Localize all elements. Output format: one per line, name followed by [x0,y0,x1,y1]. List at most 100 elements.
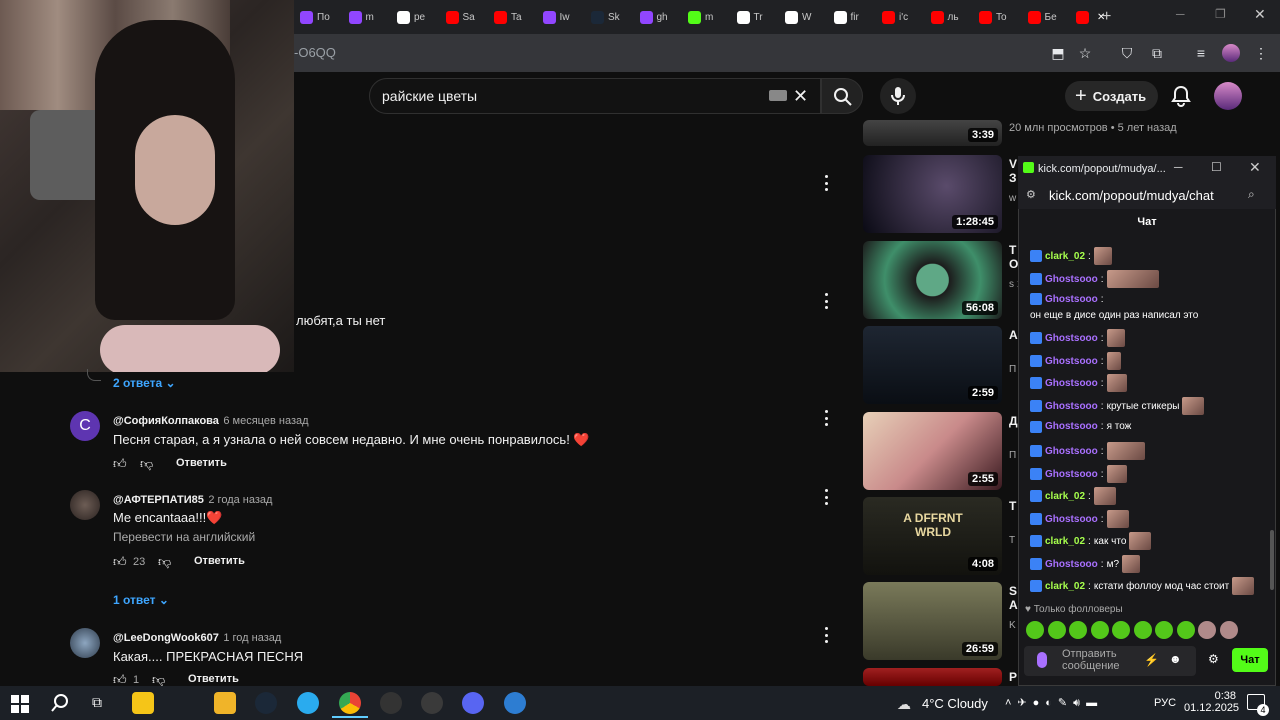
chat-send-button[interactable]: Чат [1232,648,1268,672]
chat-username[interactable]: Ghostsooo [1045,468,1098,481]
comment-time[interactable]: 1 год назад [223,632,281,644]
chat-emote[interactable] [1129,532,1152,550]
comment-time[interactable]: 2 года назад [208,494,272,506]
language-indicator[interactable]: РУС [1154,697,1176,709]
commenter-avatar[interactable]: С [70,411,100,441]
emote-picker-item[interactable] [1133,621,1152,639]
emote-picker-item[interactable] [1198,621,1216,639]
translate-link[interactable]: Перевести на английский [113,530,255,544]
emote-picker-item[interactable] [1155,621,1173,639]
emote-picker-item[interactable] [1219,621,1238,639]
more-actions-icon[interactable] [824,175,828,191]
browser-tab[interactable]: По [300,6,346,28]
weather-cloud-icon[interactable]: ☁ [897,696,911,713]
minimize-icon[interactable]: ─ [1176,7,1185,21]
more-actions-icon[interactable] [824,489,828,505]
browser-tab[interactable]: i'c [882,6,928,28]
chat-username[interactable]: clark_02 [1045,535,1085,548]
chat-username[interactable]: Ghostsooo [1045,400,1098,413]
browser-tab[interactable]: ль [930,6,977,28]
media-control-icon[interactable]: ≡ [1192,44,1210,62]
emote-picker-item[interactable] [1090,621,1109,639]
browser-tab[interactable]: To [979,6,1025,28]
browser-tab[interactable]: Sk [591,6,637,28]
chat-scrollbar[interactable] [1270,530,1274,590]
kick-url-bar[interactable]: kick.com/popout/mudya/chat [1018,181,1276,209]
more-actions-icon[interactable] [824,627,828,643]
commenter-avatar[interactable] [70,490,100,520]
show-replies-button[interactable]: 1 ответ ⌄ [113,593,169,607]
chat-emote[interactable] [1106,465,1127,483]
profile-avatar-icon[interactable] [1222,44,1240,62]
video-thumbnail[interactable]: 26:59 [863,582,1002,660]
browser-tab[interactable]: m [688,6,734,28]
extensions-puzzle-icon[interactable]: ⧉ [1148,44,1166,62]
show-replies-button[interactable]: 2 ответа ⌄ [113,376,176,390]
kick-minimize-icon[interactable]: ─ [1174,160,1183,174]
video-thumbnail[interactable] [863,668,1002,686]
browser-tab[interactable]: Sa [445,6,492,28]
discord-icon[interactable] [462,692,484,714]
video-thumbnail[interactable]: 56:08 [863,241,1002,319]
chat-emote[interactable] [1232,577,1255,595]
address-text[interactable]: -O6QQ [294,45,336,60]
clear-search-icon[interactable]: ✕ [793,86,808,107]
browser-tab[interactable]: ре [397,6,443,28]
user-avatar[interactable] [1214,82,1242,110]
dislike-icon[interactable]: 👎︎ [158,554,171,570]
microphone-icon[interactable] [1037,652,1047,668]
chat-username[interactable]: clark_02 [1045,250,1085,263]
browser-tab[interactable]: Бе [1027,6,1074,28]
kick-close-icon[interactable]: ✕ [1249,159,1261,176]
kick-search-icon[interactable]: ⌕ [1248,187,1255,202]
maximize-icon[interactable]: ❐ [1215,7,1226,21]
browser-tab[interactable]: ✕ [1076,6,1122,28]
browser-tab[interactable]: Iw [542,6,589,28]
like-icon[interactable]: 👍︎ [113,456,127,472]
reply-button[interactable]: Ответить [188,673,239,685]
sticky-notes-icon[interactable] [132,692,154,714]
chat-username[interactable]: Ghostsooo [1045,377,1098,390]
browser-tab[interactable]: W [785,6,831,28]
video-thumbnail[interactable]: 2:59 [863,326,1002,404]
video-thumbnail[interactable]: 4:08 A DFFRNT WRLD [863,497,1002,575]
comment-author[interactable]: @LeeDongWook607 [113,632,219,644]
task-view-icon[interactable]: ⧉ [92,694,102,711]
chat-emote[interactable] [1106,270,1159,288]
chat-emote[interactable] [1093,247,1112,265]
comment-time[interactable]: 6 месяцев назад [223,415,308,427]
like-icon[interactable]: 👍︎ [113,554,127,570]
chat-username[interactable]: Ghostsooo [1045,513,1098,526]
chat-emote[interactable] [1182,397,1205,415]
chat-emote[interactable] [1093,487,1116,505]
extension-shield-icon[interactable]: ⛉ [1118,44,1136,62]
emote-picker-item[interactable] [1026,621,1044,639]
comment-author[interactable]: @СофияКолпакова [113,415,219,427]
chat-username[interactable]: Ghostsooo [1045,293,1098,306]
chat-input-placeholder[interactable]: Отправить сообщение [1062,648,1132,672]
search-input-value[interactable]: райские цветы [382,88,477,104]
browser-tab[interactable]: fir [833,6,880,28]
steam-icon[interactable] [255,692,277,714]
chat-username[interactable]: Ghostsooo [1045,273,1098,286]
keyboard-icon[interactable] [769,90,787,101]
chat-emote[interactable] [1106,329,1125,347]
chat-username[interactable]: Ghostsooo [1045,332,1098,345]
chat-emote[interactable] [1122,555,1140,573]
emote-picker-item[interactable] [1176,621,1195,639]
create-button[interactable]: + Создать [1065,81,1158,111]
chat-username[interactable]: Ghostsooo [1045,355,1098,368]
emoji-face-icon[interactable]: ☻ [1169,652,1182,666]
video-thumbnail[interactable]: 2:55 [863,412,1002,490]
chat-emote[interactable] [1106,442,1145,460]
browser-tab[interactable]: m [348,6,395,28]
install-app-icon[interactable]: ⬒ [1049,44,1067,62]
clock[interactable]: 0:38 01.12.2025 [1184,690,1239,714]
site-info-icon[interactable]: ⚙ [1026,188,1036,201]
comment-author[interactable]: @АФТЕРПАТИ85 [113,494,204,506]
app-icon[interactable] [421,692,443,714]
chat-username[interactable]: Ghostsooo [1045,445,1098,458]
emote-picker-item[interactable] [1112,621,1130,639]
browser-tab[interactable]: Tr [736,6,783,28]
more-actions-icon[interactable] [824,410,828,426]
